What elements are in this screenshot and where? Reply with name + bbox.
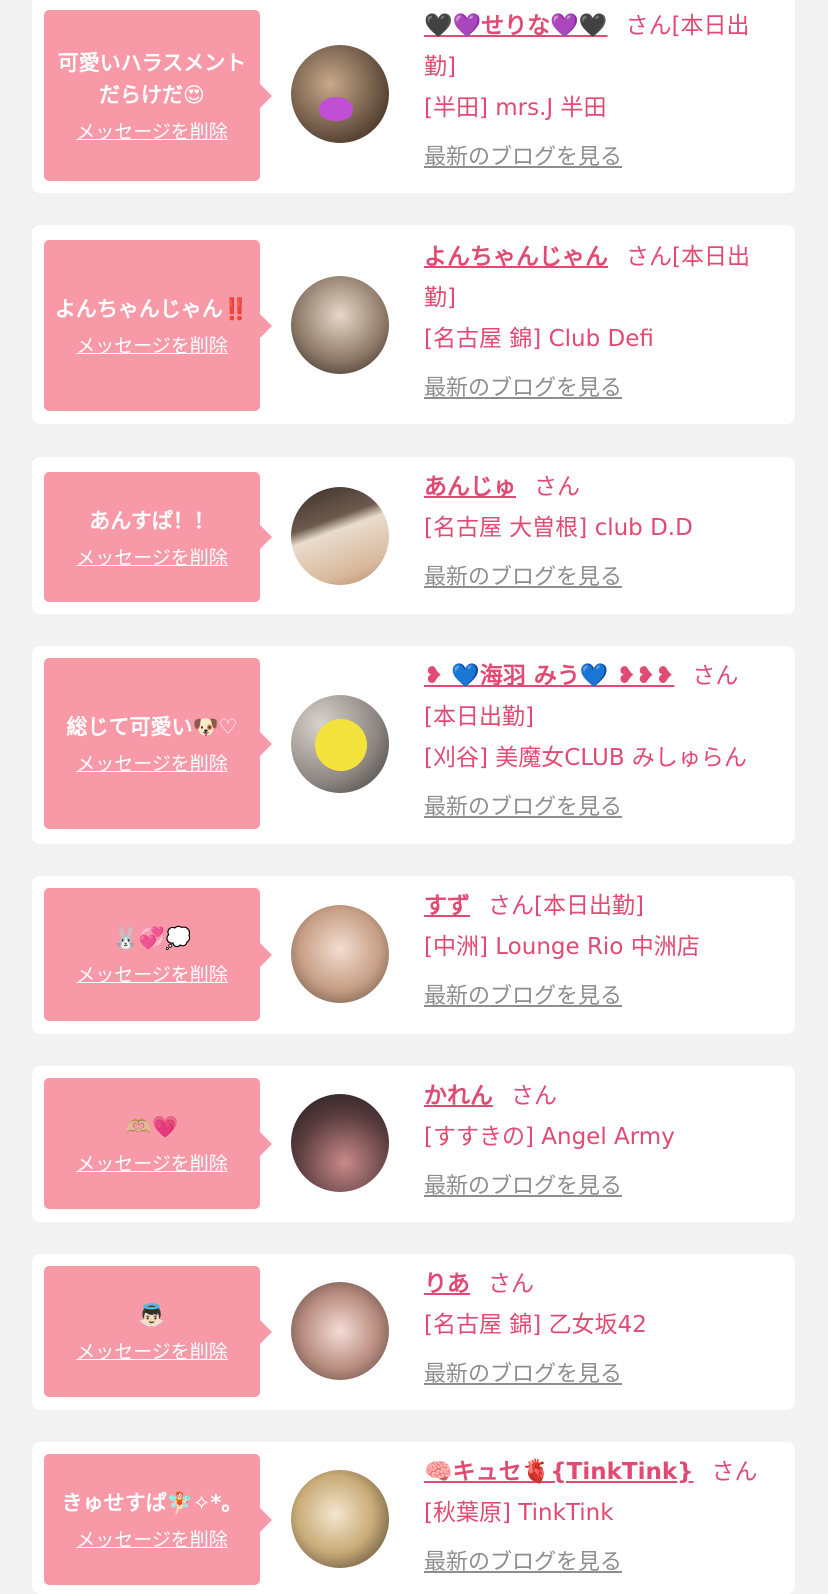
message-text: 🐰💞💭	[112, 926, 192, 950]
message-bubble: 🐰💞💭 メッセージを削除	[44, 888, 272, 1021]
shop-name: [名古屋 錦] 乙女坂42	[424, 1312, 647, 1338]
honorific: さん	[626, 244, 672, 270]
message-bubble: 可愛いハラスメントだらけだ😍 メッセージを削除	[44, 10, 272, 181]
cast-name-link[interactable]: かれん	[424, 1083, 493, 1109]
cast-info: よんちゃんじゃん さん[本日出勤] [名古屋 錦] Club Defi 最新のブロ…	[424, 237, 781, 409]
avatar[interactable]	[291, 1094, 389, 1192]
shop-name: [秋葉原] TinkTink	[424, 1500, 614, 1526]
cast-info: 🖤💜せりな💜🖤 さん[本日出勤] [半田] mrs.J 半田 最新のブログを見る	[424, 6, 781, 178]
cast-info: あんじゅ さん [名古屋 大曽根] club D.D 最新のブログを見る	[424, 467, 781, 598]
list-item: よんちゃんじゃん‼️ メッセージを削除 よんちゃんじゃん さん[本日出勤] [名古…	[32, 225, 795, 424]
delete-message-link[interactable]: メッセージを削除	[76, 331, 228, 358]
message-bubble: きゅせすぱ🧚🏻✧*。 メッセージを削除	[44, 1454, 272, 1585]
message-text: 可愛いハラスメントだらけだ😍	[57, 51, 247, 107]
blog-link[interactable]: 最新のブログを見る	[424, 137, 622, 178]
list-item: 🫶🏼💗 メッセージを削除 かれん さん [すすきの] Angel Army 最新の…	[32, 1066, 795, 1222]
delete-message-link[interactable]: メッセージを削除	[76, 1525, 228, 1552]
cast-name-link[interactable]: あんじゅ	[424, 474, 516, 500]
honorific: さん	[488, 1271, 534, 1297]
honorific: さん	[692, 663, 739, 689]
list-item: あんすぱ！！ メッセージを削除 あんじゅ さん [名古屋 大曽根] club D.…	[32, 457, 795, 614]
attendance-status: [本日出勤]	[424, 704, 534, 730]
shop-name: [中洲] Lounge Rio 中洲店	[424, 934, 700, 960]
message-bubble: 総じて可愛い🐶♡ メッセージを削除	[44, 658, 272, 829]
message-bubble: 👼🏻 メッセージを削除	[44, 1266, 272, 1397]
list-item: 🐰💞💭 メッセージを削除 すず さん[本日出勤] [中洲] Lounge Rio …	[32, 876, 795, 1034]
delete-message-link[interactable]: メッセージを削除	[76, 1149, 228, 1176]
heart-sticker-icon	[319, 97, 353, 121]
list-item: きゅせすぱ🧚🏻✧*。 メッセージを削除 🧠キュセ🫀{TinkTink} さん [秋…	[32, 1442, 795, 1594]
avatar[interactable]	[291, 1470, 389, 1568]
cast-name-link[interactable]: すず	[424, 893, 470, 919]
message-text: 総じて可愛い🐶♡	[66, 715, 238, 739]
honorific: さん	[625, 13, 672, 39]
message-text: きゅせすぱ🧚🏻✧*。	[61, 1491, 243, 1515]
blog-link[interactable]: 最新のブログを見る	[424, 1166, 622, 1207]
avatar[interactable]	[291, 695, 389, 793]
cast-info: ❥ 💙海羽 みう💙 ❥❥❥ さん [本日出勤] [刈谷] 美魔女CLUB みしゅら…	[424, 656, 781, 828]
message-bubble: 🫶🏼💗 メッセージを削除	[44, 1078, 272, 1209]
cast-info: かれん さん [すすきの] Angel Army 最新のブログを見る	[424, 1076, 781, 1207]
message-text: 🫶🏼💗	[125, 1115, 179, 1139]
cast-name-link[interactable]: 🖤💜せりな💜🖤	[424, 13, 608, 39]
blog-link[interactable]: 最新のブログを見る	[424, 787, 622, 828]
honorific: さん	[488, 893, 534, 919]
list-item: 👼🏻 メッセージを削除 りあ さん [名古屋 錦] 乙女坂42 最新のブログを見る	[32, 1254, 795, 1410]
shop-name: [名古屋 大曽根] club D.D	[424, 515, 693, 541]
cast-name-link[interactable]: りあ	[424, 1271, 470, 1297]
cast-info: 🧠キュセ🫀{TinkTink} さん [秋葉原] TinkTink 最新のブログを…	[424, 1452, 781, 1583]
shop-name: [すすきの] Angel Army	[424, 1124, 675, 1150]
delete-message-link[interactable]: メッセージを削除	[76, 117, 228, 144]
cast-info: すず さん[本日出勤] [中洲] Lounge Rio 中洲店 最新のブログを見る	[424, 886, 781, 1017]
message-text: よんちゃんじゃん‼️	[54, 297, 250, 321]
delete-message-link[interactable]: メッセージを削除	[76, 749, 228, 776]
cast-name-link[interactable]: よんちゃんじゃん	[424, 244, 608, 270]
list-item: 総じて可愛い🐶♡ メッセージを削除 ❥ 💙海羽 みう💙 ❥❥❥ さん [本日出勤]…	[32, 646, 795, 844]
shop-name: [刈谷] 美魔女CLUB みしゅらん	[424, 745, 747, 771]
blog-link[interactable]: 最新のブログを見る	[424, 976, 622, 1017]
honorific: さん	[534, 474, 580, 500]
message-text: あんすぱ！！	[89, 508, 215, 533]
avatar[interactable]	[291, 487, 389, 585]
attendance-status: [本日出勤]	[534, 893, 644, 919]
honorific: さん	[511, 1083, 557, 1109]
blog-link[interactable]: 最新のブログを見る	[424, 1354, 622, 1395]
blog-link[interactable]: 最新のブログを見る	[424, 368, 622, 409]
shop-name: [名古屋 錦] Club Defi	[424, 326, 654, 352]
avatar[interactable]	[291, 276, 389, 374]
delete-message-link[interactable]: メッセージを削除	[76, 1337, 228, 1364]
face-sticker-icon	[315, 719, 367, 771]
cast-name-link[interactable]: ❥ 💙海羽 みう💙 ❥❥❥	[424, 663, 674, 689]
blog-link[interactable]: 最新のブログを見る	[424, 1542, 622, 1583]
message-text: 👼🏻	[138, 1303, 166, 1327]
cast-name-link[interactable]: 🧠キュセ🫀{TinkTink}	[424, 1459, 694, 1485]
message-bubble: あんすぱ！！ メッセージを削除	[44, 472, 272, 602]
cast-info: りあ さん [名古屋 錦] 乙女坂42 最新のブログを見る	[424, 1264, 781, 1395]
avatar[interactable]	[291, 45, 389, 143]
blog-link[interactable]: 最新のブログを見る	[424, 557, 622, 598]
delete-message-link[interactable]: メッセージを削除	[76, 543, 228, 570]
avatar[interactable]	[291, 905, 389, 1003]
avatar[interactable]	[291, 1282, 389, 1380]
message-bubble: よんちゃんじゃん‼️ メッセージを削除	[44, 240, 272, 411]
shop-name: [半田] mrs.J 半田	[424, 95, 607, 121]
list-item: 可愛いハラスメントだらけだ😍 メッセージを削除 🖤💜せりな💜🖤 さん[本日出勤] …	[32, 0, 795, 193]
honorific: さん	[711, 1459, 758, 1485]
delete-message-link[interactable]: メッセージを削除	[76, 960, 228, 987]
